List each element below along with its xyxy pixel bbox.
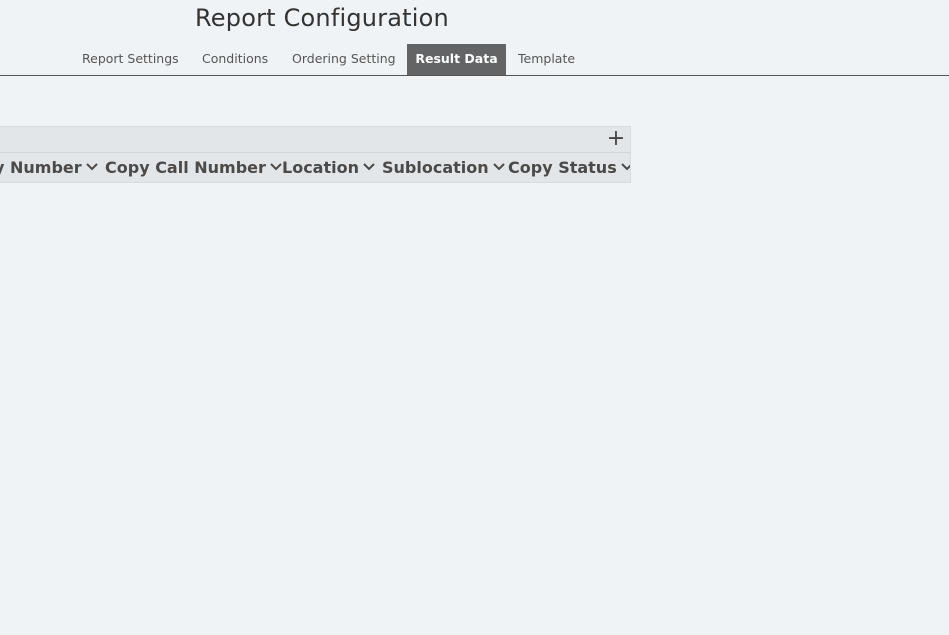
tab-ordering-setting[interactable]: Ordering Setting — [292, 44, 396, 75]
add-column-button[interactable]: + — [606, 127, 626, 151]
tab-conditions[interactable]: Conditions — [202, 44, 268, 75]
column-label: Copy Call Number — [105, 158, 266, 177]
chevron-down-icon — [621, 163, 630, 171]
result-data-table-header: + y Number Copy Call Number Location Sub… — [0, 126, 631, 183]
column-label: Location — [282, 158, 359, 177]
column-headers: y Number Copy Call Number Location Sublo… — [0, 152, 630, 182]
chevron-down-icon — [85, 163, 98, 171]
column-label: y Number — [0, 158, 82, 177]
column-header-copy-status[interactable]: Copy Status — [508, 152, 630, 182]
chevron-down-icon — [492, 163, 505, 171]
chevron-down-icon — [363, 163, 375, 171]
tab-template[interactable]: Template — [518, 44, 575, 75]
column-header-sublocation[interactable]: Sublocation — [382, 152, 505, 182]
tab-bar: Report Settings Conditions Ordering Sett… — [0, 44, 949, 76]
tab-result-data[interactable]: Result Data — [407, 44, 506, 75]
table-toolbar: + — [0, 127, 630, 153]
column-label: Sublocation — [382, 158, 489, 177]
page-title: Report Configuration — [195, 4, 449, 32]
column-header-copy-number[interactable]: y Number — [0, 152, 98, 182]
column-header-copy-call-number[interactable]: Copy Call Number — [105, 152, 282, 182]
plus-icon: + — [606, 126, 626, 151]
chevron-down-icon — [270, 163, 282, 171]
tab-report-settings[interactable]: Report Settings — [82, 44, 179, 75]
column-label: Copy Status — [508, 158, 617, 177]
column-header-location[interactable]: Location — [282, 152, 375, 182]
